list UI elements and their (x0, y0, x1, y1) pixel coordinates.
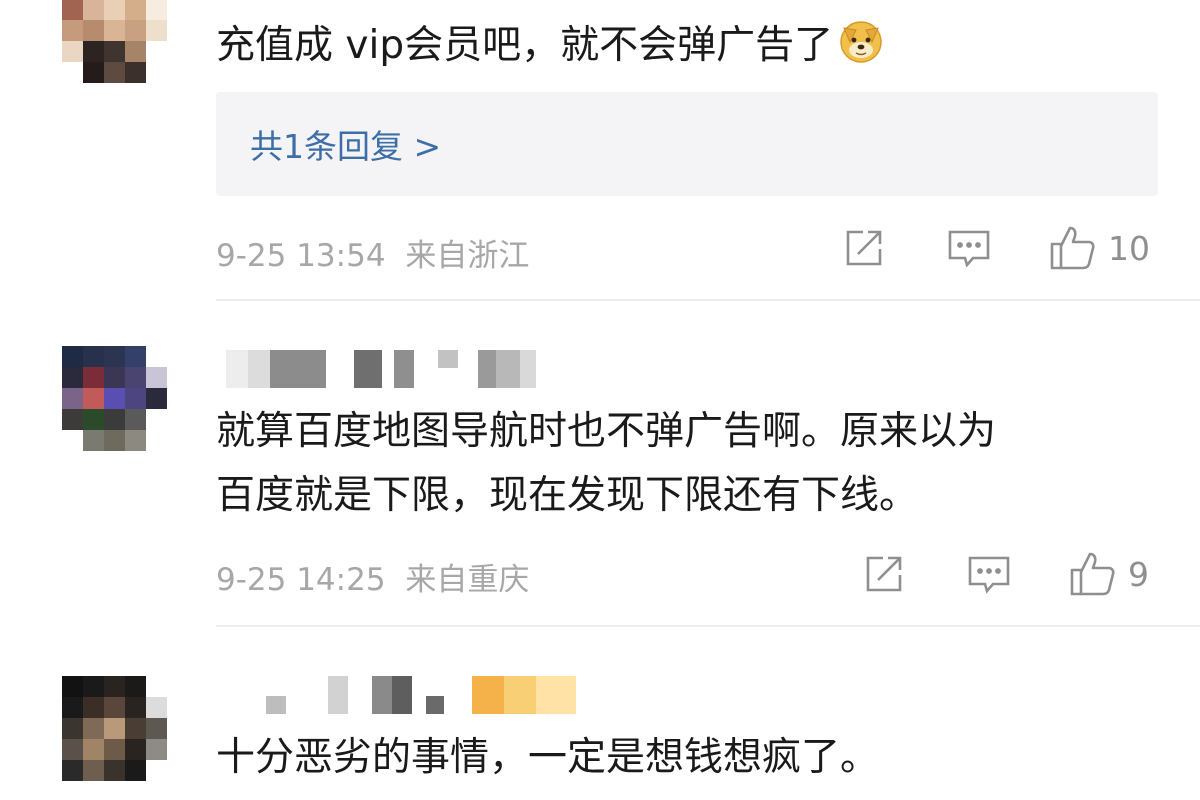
like-button[interactable]: 9 (1068, 550, 1149, 598)
like-count: 10 (1108, 228, 1150, 268)
avatar[interactable] (62, 0, 167, 83)
comment-body-line-1: 就算百度地图导航时也不弹广告啊。原来以为 (216, 409, 997, 454)
like-button[interactable]: 10 (1048, 224, 1150, 272)
comment-meta: 9-25 14:25 来自重庆 (216, 554, 529, 599)
avatar[interactable] (62, 346, 167, 451)
comment-text: 充值成 vip会员吧，就不会弹广告了 (216, 14, 885, 84)
thumbs-up-icon (1068, 550, 1116, 598)
comment-button[interactable] (966, 554, 1012, 596)
username-blurred[interactable] (266, 676, 586, 714)
comment-icon (946, 228, 992, 270)
comment-meta: 9-25 13:54 来自浙江 (216, 230, 529, 275)
username-blurred[interactable] (226, 350, 536, 388)
comment-time: 9-25 14:25 (216, 562, 386, 598)
comment-location: 来自浙江 (405, 238, 530, 274)
repost-button[interactable] (842, 226, 886, 270)
avatar[interactable] (62, 676, 167, 781)
like-count: 9 (1128, 554, 1149, 594)
comment-feed: 充值成 vip会员吧，就不会弹广告了 共1条回复 > 9-25 13:54 来自… (0, 0, 1200, 800)
reply-preview-box[interactable]: 共1条回复 > (216, 92, 1158, 196)
comment-body: 充值成 vip会员吧，就不会弹广告了 (216, 23, 834, 68)
comment-body: 十分恶劣的事情，一定是想钱想疯了。 (216, 735, 880, 780)
divider (216, 625, 1200, 627)
thumbs-up-icon (1048, 224, 1096, 272)
comment-icon (966, 554, 1012, 596)
doge-emoji-icon (837, 16, 885, 84)
view-replies-link[interactable]: 共1条回复 > (250, 120, 441, 168)
comment-text: 就算百度地图导航时也不弹广告啊。原来以为 百度就是下限，现在发现下限还有下线。 (216, 400, 996, 528)
repost-icon (842, 226, 886, 270)
comment-body-line-2: 百度就是下限，现在发现下限还有下线。 (216, 473, 919, 518)
comment-time: 9-25 13:54 (216, 238, 386, 274)
comment-button[interactable] (946, 228, 992, 270)
comment-text: 十分恶劣的事情，一定是想钱想疯了。 (216, 726, 879, 790)
repost-icon (862, 552, 906, 596)
divider (216, 299, 1200, 301)
comment-location: 来自重庆 (405, 562, 530, 598)
repost-button[interactable] (862, 552, 906, 596)
